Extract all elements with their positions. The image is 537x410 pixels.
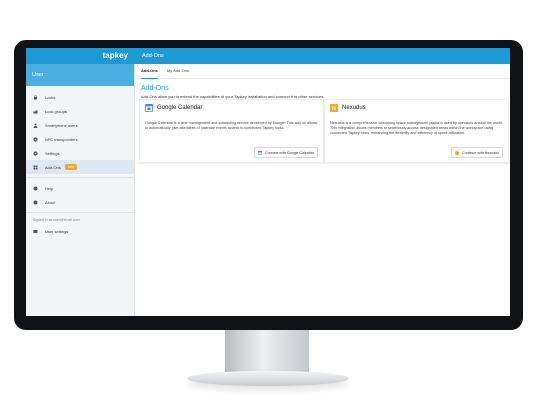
tab-bar: Add-Ons My Add-Ons <box>134 64 510 79</box>
sidebar-item-smartphone-users[interactable]: Smartphone users <box>26 118 134 132</box>
page-title: Add-Ons <box>141 85 169 92</box>
sidebar-item-locks[interactable]: Locks <box>26 90 134 104</box>
tab-add-ons[interactable]: Add-Ons <box>141 64 158 79</box>
monitor-screen: tapkey User Locks Lock groups Smartphone… <box>26 48 510 316</box>
sidebar-item-label: Add-Ons <box>45 164 61 170</box>
sidebar-item-add-ons[interactable]: Add-Ons New <box>26 160 134 174</box>
sidebar-divider <box>26 212 134 213</box>
sidebar-item-settings[interactable]: Settings <box>26 146 134 160</box>
person-icon <box>33 123 38 128</box>
nfc-icon <box>33 137 38 141</box>
gear-icon <box>33 151 38 155</box>
app-logo[interactable]: tapkey <box>26 48 134 64</box>
addon-card-nexudus: N Nexudus Nexudus is a comprehensive cow… <box>324 99 509 163</box>
continue-with-nexudus-button[interactable]: Continue with Nexudus <box>451 147 503 158</box>
sidebar-item-help[interactable]: Help <box>26 181 134 195</box>
grid-icon <box>33 165 38 169</box>
button-label: Continue with Nexudus <box>462 150 499 155</box>
user-header: User <box>26 64 134 86</box>
sidebar: tapkey User Locks Lock groups Smartphone… <box>26 48 135 316</box>
card-title: Google Calendar <box>157 105 203 111</box>
help-icon <box>33 186 38 190</box>
sidebar-item-label: NFC transponders <box>45 136 78 142</box>
lock-icon <box>34 94 37 99</box>
addon-card-google-calendar: Google Calendar Google Calendar is a tim… <box>139 99 324 163</box>
tab-my-add-ons[interactable]: My Add-Ons <box>167 64 189 78</box>
svg-text:N: N <box>332 106 336 112</box>
sidebar-item-label: Locks <box>45 94 56 100</box>
main-content: Add-Ons My Add-Ons Add-Ons Add-Ons allow… <box>134 64 510 316</box>
sidebar-item-label: Smartphone users <box>45 122 78 128</box>
nexudus-icon: N <box>330 104 338 112</box>
sidebar-item-lock-groups[interactable]: Lock groups <box>26 104 134 118</box>
sidebar-item-nfc-transponders[interactable]: NFC transponders <box>26 132 134 146</box>
card-title: Nexudus <box>342 105 366 111</box>
card-description: Nexudus is a comprehensive coworking spa… <box>330 121 503 135</box>
info-icon <box>33 200 38 204</box>
lock-group-icon <box>33 110 38 113</box>
sidebar-item-label: About <box>45 199 56 205</box>
card-description: Google Calendar is a time management and… <box>145 121 318 130</box>
sidebar-item-label: Help <box>45 185 54 191</box>
nexudus-small-icon <box>455 150 460 155</box>
new-badge: New <box>64 164 78 170</box>
sidebar-item-label: Settings <box>45 150 60 156</box>
google-calendar-small-icon <box>258 150 263 155</box>
monitor-stand-base <box>187 371 349 386</box>
sidebar-item-label: User settings <box>45 228 69 234</box>
sidebar-item-label: Lock groups <box>45 108 67 114</box>
header-title: Add-Ons <box>134 48 510 64</box>
google-calendar-icon <box>145 104 153 112</box>
connect-google-calendar-button[interactable]: Connect with Google Calendar <box>254 147 318 158</box>
sidebar-item-about[interactable]: About <box>26 195 134 209</box>
sidebar-divider <box>26 177 134 178</box>
button-label: Connect with Google Calendar <box>265 150 314 155</box>
signed-in-text: Signed in as user@email.com <box>33 218 80 222</box>
sidebar-item-user-settings[interactable]: User settings <box>26 224 134 238</box>
user-card-icon <box>33 229 38 233</box>
